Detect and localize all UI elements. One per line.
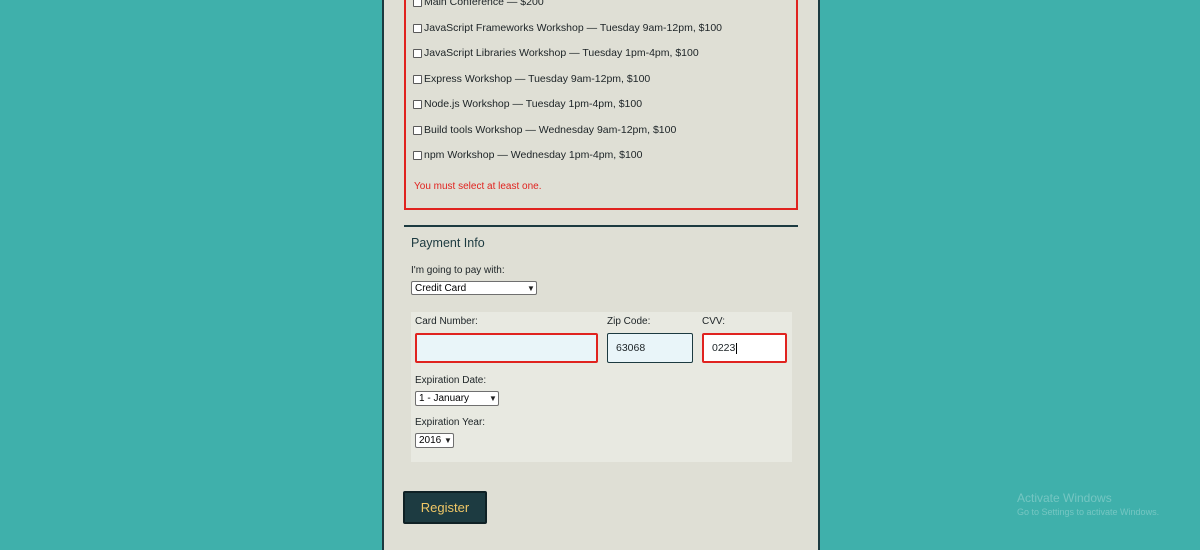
activity-nodejs[interactable]: Node.js Workshop — Tuesday 1pm-4pm, $100 bbox=[413, 98, 642, 110]
payment-method-label: I'm going to pay with: bbox=[411, 265, 505, 276]
activity-express[interactable]: Express Workshop — Tuesday 9am-12pm, $10… bbox=[413, 73, 650, 85]
activity-label: JavaScript Libraries Workshop — Tuesday … bbox=[424, 47, 699, 59]
credit-card-section: Card Number: Zip Code: 63068 CVV: 0223 E… bbox=[411, 312, 792, 462]
activity-js-libraries[interactable]: JavaScript Libraries Workshop — Tuesday … bbox=[413, 47, 699, 59]
expiration-year-value: 2016 bbox=[419, 435, 442, 446]
activities-error-message: You must select at least one. bbox=[414, 181, 542, 192]
zip-code-label: Zip Code: bbox=[607, 316, 651, 327]
activity-main-conference[interactable]: Main Conference — $200 bbox=[413, 0, 544, 8]
cvv-input[interactable]: 0223 bbox=[702, 333, 787, 363]
payment-method-select[interactable]: Credit Card ▼ bbox=[411, 281, 537, 295]
activity-label: JavaScript Frameworks Workshop — Tuesday… bbox=[424, 22, 723, 34]
activity-label: Main Conference — $200 bbox=[424, 0, 544, 8]
expiration-month-value: 1 - January bbox=[419, 393, 470, 404]
activity-npm[interactable]: npm Workshop — Wednesday 1pm-4pm, $100 bbox=[413, 149, 642, 161]
chevron-down-icon: ▼ bbox=[489, 394, 497, 403]
payment-method-value: Credit Card bbox=[415, 282, 467, 294]
chevron-down-icon: ▼ bbox=[527, 283, 535, 293]
expiration-date-label: Expiration Date: bbox=[415, 375, 487, 386]
expiration-year-select[interactable]: 2016 ▼ bbox=[415, 433, 454, 448]
activity-checkbox[interactable] bbox=[413, 0, 422, 7]
activity-js-frameworks[interactable]: JavaScript Frameworks Workshop — Tuesday… bbox=[413, 22, 722, 34]
expiration-year-label: Expiration Year: bbox=[415, 417, 486, 428]
activity-checkbox[interactable] bbox=[413, 99, 422, 109]
watermark-title: Activate Windows bbox=[1017, 491, 1112, 505]
payment-legend: Payment Info bbox=[411, 236, 485, 250]
text-cursor bbox=[736, 342, 738, 354]
windows-activation-watermark: Activate Windows Go to Settings to activ… bbox=[1017, 491, 1159, 517]
cvv-label: CVV: bbox=[702, 316, 725, 327]
register-button[interactable]: Register bbox=[403, 491, 487, 524]
activity-checkbox[interactable] bbox=[413, 125, 422, 135]
zip-code-input[interactable]: 63068 bbox=[607, 333, 693, 363]
activity-checkbox[interactable] bbox=[413, 74, 422, 84]
section-divider bbox=[404, 225, 798, 227]
activity-label: Build tools Workshop — Wednesday 9am-12p… bbox=[424, 124, 677, 136]
activity-build-tools[interactable]: Build tools Workshop — Wednesday 9am-12p… bbox=[413, 124, 676, 136]
activity-label: Node.js Workshop — Tuesday 1pm-4pm, $100 bbox=[424, 98, 643, 110]
activity-checkbox[interactable] bbox=[413, 23, 422, 33]
card-number-label: Card Number: bbox=[415, 316, 478, 327]
expiration-month-select[interactable]: 1 - January ▼ bbox=[415, 391, 499, 406]
watermark-subtitle: Go to Settings to activate Windows. bbox=[1017, 507, 1160, 517]
activity-label: npm Workshop — Wednesday 1pm-4pm, $100 bbox=[424, 149, 643, 161]
activity-checkbox[interactable] bbox=[413, 48, 422, 58]
activities-fieldset: Main Conference — $200 JavaScript Framew… bbox=[404, 0, 798, 210]
card-number-input[interactable] bbox=[415, 333, 598, 363]
registration-form-panel: Main Conference — $200 JavaScript Framew… bbox=[382, 0, 820, 550]
chevron-down-icon: ▼ bbox=[444, 436, 452, 445]
cvv-value: 0223 bbox=[712, 342, 736, 354]
activity-checkbox[interactable] bbox=[413, 150, 422, 160]
activity-label: Express Workshop — Tuesday 9am-12pm, $10… bbox=[424, 73, 651, 85]
